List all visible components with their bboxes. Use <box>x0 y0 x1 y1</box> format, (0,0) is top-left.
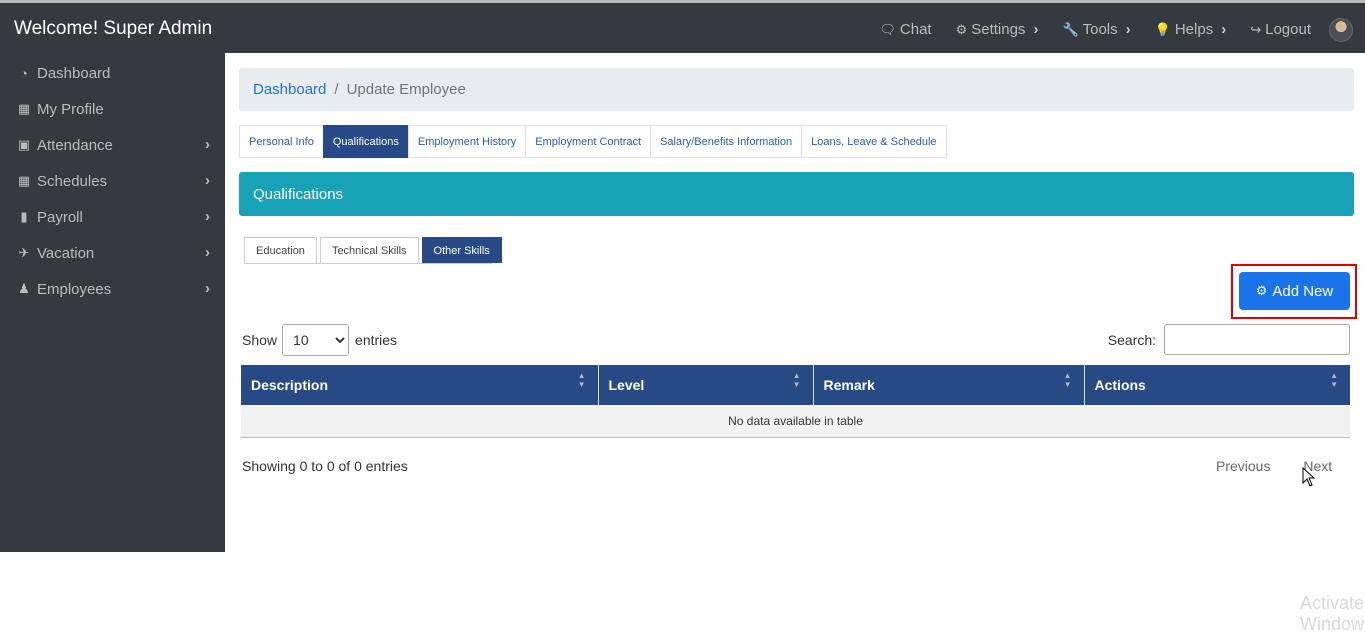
sidebar-item-label: Dashboard <box>37 64 111 82</box>
chevron-right-icon: › <box>1125 21 1131 38</box>
table-info: Showing 0 to 0 of 0 entries <box>242 458 408 474</box>
sidebar: ◔ Dashboard ▦ My Profile ▣ Attendance › … <box>0 53 225 552</box>
tab-salary-benefits[interactable]: Salary/Benefits Information <box>650 125 802 158</box>
chat-icon: 🗨 <box>879 21 896 37</box>
tab-qualifications[interactable]: Qualifications <box>322 125 408 158</box>
nav-tools-label: Tools <box>1082 21 1118 38</box>
subtab-divider <box>244 263 492 264</box>
top-navbar: Welcome! Super Admin 🗨 Chat ⚙ Settings ›… <box>0 0 1365 53</box>
nav-logout[interactable]: ↪ Logout <box>1250 21 1311 38</box>
column-level[interactable]: Level ▲ ▼ <box>598 365 814 405</box>
subtab-education[interactable]: Education <box>244 237 317 263</box>
sidebar-item-label: Vacation <box>37 244 95 262</box>
page-length-control: Show 10 entries <box>242 324 397 356</box>
show-label: Show <box>242 332 278 348</box>
sidebar-item-employees[interactable]: ♟ Employees › <box>0 271 225 307</box>
logout-icon: ↪ <box>1250 21 1262 37</box>
sidebar-item-label: My Profile <box>37 100 104 118</box>
search-label: Search: <box>1107 331 1156 348</box>
column-label: Level <box>608 377 645 393</box>
sidebar-item-vacation[interactable]: ✈ Vacation › <box>0 235 225 271</box>
nav-settings-label: Settings <box>971 21 1026 38</box>
table-search: Search: <box>1108 324 1350 355</box>
empty-table-message: No data available in table <box>241 405 1350 438</box>
sort-icon: ▲ ▼ <box>1330 371 1338 389</box>
add-new-label: Add New <box>1272 282 1334 300</box>
breadcrumb-separator: / <box>334 81 339 98</box>
entries-label: entries <box>355 332 398 348</box>
nav-helps-label: Helps <box>1174 21 1214 38</box>
avatar[interactable] <box>1329 17 1353 42</box>
employee-tabs: Personal Info Qualifications Employment … <box>239 125 947 158</box>
sidebar-item-my-profile[interactable]: ▦ My Profile <box>0 91 225 127</box>
settings-gears-icon: ⚙ <box>955 21 968 37</box>
nav-logout-label: Logout <box>1265 21 1311 38</box>
skills-table: Description ▲ ▼ Level ▲ ▼ Remark ▲ ▼ Action… <box>241 365 1350 438</box>
plane-icon: ✈ <box>18 245 30 260</box>
sidebar-item-dashboard[interactable]: ◔ Dashboard <box>0 55 225 91</box>
sidebar-item-label: Employees <box>37 280 112 298</box>
nav-chat-label: Chat <box>899 21 932 38</box>
column-label: Description <box>251 377 329 393</box>
page-length-select[interactable]: 10 <box>282 324 350 356</box>
breadcrumb: Dashboard / Update Employee <box>239 68 1354 111</box>
nav-helps[interactable]: 💡 Helps › <box>1155 21 1227 38</box>
table-header-row: Description ▲ ▼ Level ▲ ▼ Remark ▲ ▼ Action… <box>241 365 1350 405</box>
column-label: Remark <box>823 377 875 393</box>
calendar-icon: ▣ <box>17 137 31 152</box>
chevron-right-icon: › <box>205 280 210 297</box>
nav-tools[interactable]: 🔧 Tools › <box>1062 21 1130 38</box>
lightbulb-icon: 💡 <box>1154 21 1171 37</box>
add-new-highlight: ⚙ Add New <box>1231 264 1357 319</box>
chevron-right-icon: › <box>205 136 210 153</box>
nav-settings[interactable]: ⚙ Settings › <box>956 21 1039 38</box>
gears-icon: ⚙ <box>1255 283 1268 298</box>
tab-employment-history[interactable]: Employment History <box>407 125 526 158</box>
calendar-grid-icon: ▦ <box>17 173 31 188</box>
column-label: Actions <box>1094 377 1146 393</box>
sort-icon: ▲ ▼ <box>577 371 586 389</box>
sidebar-item-label: Payroll <box>37 208 83 226</box>
sort-icon: ▲ ▼ <box>792 371 801 389</box>
column-actions[interactable]: Actions ▲ ▼ <box>1084 365 1350 405</box>
column-remark[interactable]: Remark ▲ ▼ <box>813 365 1085 405</box>
top-nav: 🗨 Chat ⚙ Settings › 🔧 Tools › 💡 Helps › … <box>879 6 1365 53</box>
activate-windows-watermark: Activate Windows <box>1300 593 1365 634</box>
subtab-technical-skills[interactable]: Technical Skills <box>319 237 419 263</box>
column-description[interactable]: Description ▲ ▼ <box>241 365 599 405</box>
chevron-right-icon: › <box>1033 21 1039 38</box>
profile-card-icon: ▦ <box>17 101 31 116</box>
sidebar-item-schedules[interactable]: ▦ Schedules › <box>0 163 225 199</box>
brand-title: Welcome! Super Admin <box>14 18 213 39</box>
subtab-other-skills[interactable]: Other Skills <box>421 237 502 263</box>
breadcrumb-current: Update Employee <box>346 81 466 98</box>
add-new-button[interactable]: ⚙ Add New <box>1239 272 1350 310</box>
tab-employment-contract[interactable]: Employment Contract <box>525 125 651 158</box>
sidebar-item-payroll[interactable]: ▮ Payroll › <box>0 199 225 235</box>
section-header: Qualifications <box>239 172 1354 216</box>
tab-loans-leave-schedule[interactable]: Loans, Leave & Schedule <box>801 125 947 158</box>
chevron-right-icon: › <box>205 208 210 225</box>
sidebar-item-label: Attendance <box>37 136 113 154</box>
mouse-cursor-icon <box>1302 467 1316 487</box>
chevron-right-icon: › <box>205 172 210 189</box>
breadcrumb-dashboard-link[interactable]: Dashboard <box>253 81 326 98</box>
main-content: Dashboard / Update Employee Personal Inf… <box>225 53 1365 634</box>
chevron-right-icon: › <box>205 244 210 261</box>
sidebar-item-attendance[interactable]: ▣ Attendance › <box>0 127 225 163</box>
file-icon: ▮ <box>20 209 28 224</box>
wrench-icon: 🔧 <box>1062 21 1079 37</box>
nav-chat[interactable]: 🗨 Chat <box>879 21 931 38</box>
dashboard-icon: ◔ <box>20 65 28 81</box>
users-icon: ♟ <box>18 281 30 296</box>
sort-icon: ▲ ▼ <box>1063 371 1072 389</box>
table-row: No data available in table <box>241 405 1350 438</box>
sidebar-item-label: Schedules <box>37 172 108 190</box>
qualification-subtabs: Education Technical Skills Other Skills <box>244 237 505 263</box>
previous-button[interactable]: Previous <box>1216 458 1270 474</box>
search-input[interactable] <box>1164 324 1350 355</box>
chevron-right-icon: › <box>1221 21 1227 38</box>
tab-personal-info[interactable]: Personal Info <box>239 125 323 158</box>
